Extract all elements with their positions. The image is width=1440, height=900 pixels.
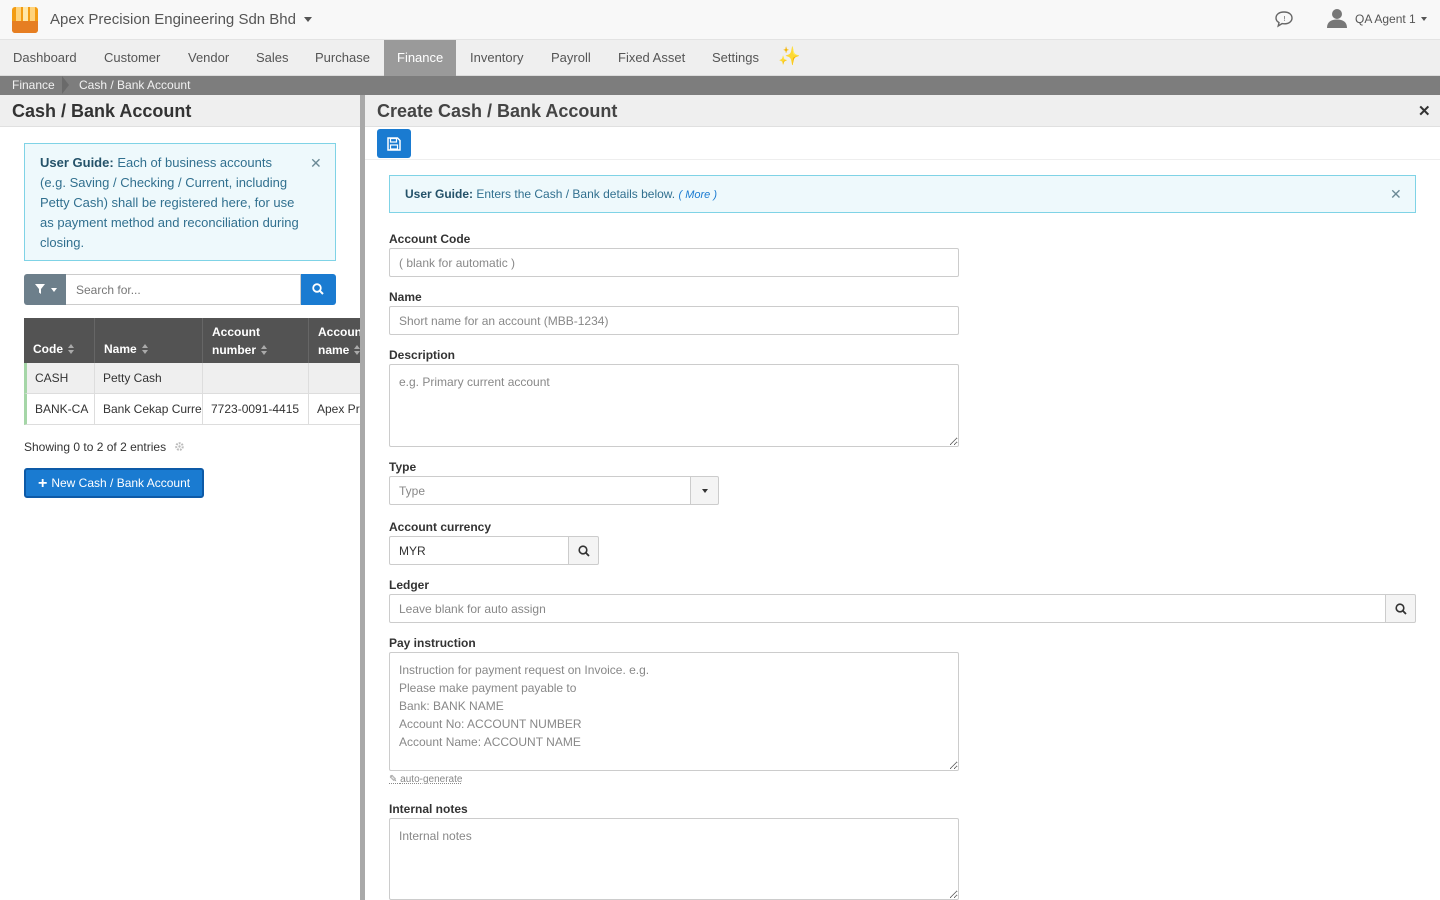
form-title: Create Cash / Bank Account [377,101,618,121]
user-guide-label: User Guide: [40,155,114,170]
sparkles-icon[interactable]: ✨ [778,46,800,67]
ledger-label: Ledger [389,578,430,592]
name-input[interactable] [389,306,959,335]
breadcrumb: Finance Cash / Bank Account [0,76,1440,95]
search-button[interactable] [301,274,336,305]
close-icon[interactable]: ✕ [310,153,322,173]
breadcrumb-current: Cash / Bank Account [79,78,191,92]
search-icon [312,283,324,295]
name-label: Name [389,290,422,304]
gear-icon[interactable] [174,441,185,452]
description-textarea[interactable] [389,364,959,447]
create-panel: Create Cash / Bank Account ✕ User Guide:… [365,95,1440,900]
column-code[interactable]: Code [24,318,95,363]
form-toolbar [365,127,1440,160]
main-nav: Dashboard Customer Vendor Sales Purchase… [0,40,1440,76]
user-guide-alert: User Guide: Enters the Cash / Bank detai… [389,175,1416,213]
filter-icon [35,284,45,294]
cell-name: Bank Cekap Current [95,394,203,424]
currency-search-button[interactable] [568,536,599,565]
auto-generate-link[interactable]: ✎ auto-generate [389,774,462,785]
chevron-down-icon[interactable] [304,17,312,22]
close-icon[interactable]: ✕ [1390,176,1402,213]
type-label: Type [389,460,417,474]
company-switcher[interactable]: Apex Precision Engineering Sdn Bhd [50,11,296,28]
nav-sales[interactable]: Sales [243,40,302,76]
cell-account-number: 7723-0091-4415 [203,394,309,424]
chevron-down-icon [702,489,708,493]
ledger-search-button[interactable] [1385,594,1416,623]
sort-icon [141,344,148,354]
account-code-input[interactable] [389,248,959,277]
chevron-down-icon[interactable] [1421,17,1427,21]
currency-input[interactable] [389,536,569,565]
cell-account-name [309,363,360,393]
table-row[interactable]: CASH Petty Cash [24,363,360,394]
top-bar: Apex Precision Engineering Sdn Bhd ! QA … [0,0,1440,40]
column-account-number[interactable]: Account number [203,318,309,363]
sort-icon [261,345,268,355]
page-title: Cash / Bank Account [12,101,192,121]
filter-button[interactable] [24,274,66,305]
cell-account-number [203,363,309,393]
ledger-input[interactable] [389,594,1386,623]
pay-instruction-textarea[interactable] [389,652,959,771]
breadcrumb-separator [62,76,69,94]
nav-finance[interactable]: Finance [384,40,457,76]
more-link[interactable]: ( More ) [678,189,717,201]
svg-text:!: ! [1283,15,1286,23]
list-panel: Cash / Bank Account User Guide: Each of … [0,95,360,900]
new-account-button[interactable]: + New Cash / Bank Account [24,468,204,498]
description-label: Description [389,348,456,362]
search-icon [578,545,590,557]
nav-inventory[interactable]: Inventory [457,40,536,76]
close-icon[interactable]: ✕ [1418,102,1431,120]
cell-code: BANK-CA [27,394,95,424]
internal-notes-textarea[interactable] [389,818,959,900]
chevron-down-icon [51,288,57,292]
save-icon [387,137,401,151]
internal-notes-label: Internal notes [389,802,468,816]
sort-icon [68,344,74,354]
user-guide-label: User Guide: [405,187,474,201]
type-select[interactable] [389,476,691,505]
column-account-name[interactable]: Accountname [309,318,360,363]
chat-bubble-icon[interactable]: ! [1274,10,1294,28]
user-guide-alert: User Guide: Each of business accounts (e… [24,143,336,261]
search-icon [1395,603,1407,615]
cell-name: Petty Cash [95,363,203,393]
user-guide-text: Enters the Cash / Bank details below. [476,187,676,201]
save-button[interactable] [377,129,411,158]
user-menu[interactable]: QA Agent 1 [1355,12,1416,26]
table-info: Showing 0 to 2 of 2 entries [24,440,167,454]
search-input[interactable] [66,274,301,305]
nav-fixed-asset[interactable]: Fixed Asset [605,40,698,76]
nav-vendor[interactable]: Vendor [175,40,242,76]
pay-instruction-label: Pay instruction [389,636,476,650]
user-icon[interactable] [1326,7,1348,29]
table-header: Code Name Accountnumber Accountname [24,318,360,363]
list-panel-header: Cash / Bank Account [0,95,360,127]
create-panel-header: Create Cash / Bank Account ✕ [365,95,1440,127]
nav-payroll[interactable]: Payroll [538,40,604,76]
nav-dashboard[interactable]: Dashboard [0,40,90,76]
breadcrumb-finance[interactable]: Finance [12,76,55,95]
column-name[interactable]: Name [95,318,203,363]
cell-code: CASH [27,363,95,393]
plus-icon: + [38,475,48,492]
nav-purchase[interactable]: Purchase [302,40,383,76]
type-dropdown-button[interactable] [690,476,719,505]
account-code-label: Account Code [389,232,471,246]
pencil-icon: ✎ [389,774,398,785]
table-row[interactable]: BANK-CA Bank Cekap Current 7723-0091-441… [24,394,360,425]
nav-settings[interactable]: Settings [699,40,772,76]
cell-account-name: Apex Precision Engineering Sdn Bhd [317,402,360,416]
store-logo-icon[interactable] [12,7,38,33]
nav-customer[interactable]: Customer [91,40,173,76]
currency-label: Account currency [389,520,492,534]
